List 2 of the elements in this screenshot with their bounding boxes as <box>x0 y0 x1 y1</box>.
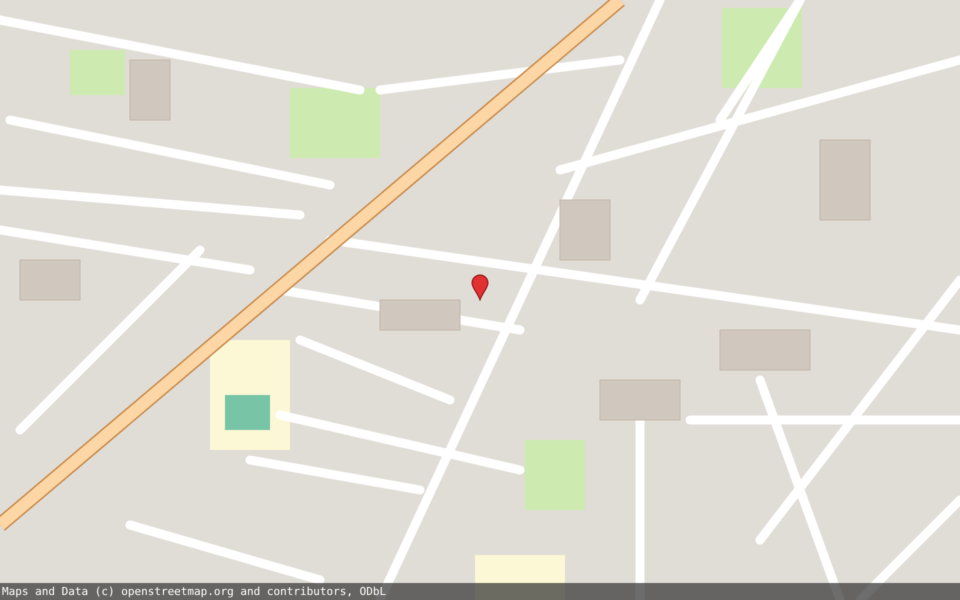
attribution-text: Maps and Data (c) openstreetmap.org and contributors, ODbL <box>0 583 960 600</box>
map-pin-icon <box>471 274 489 301</box>
